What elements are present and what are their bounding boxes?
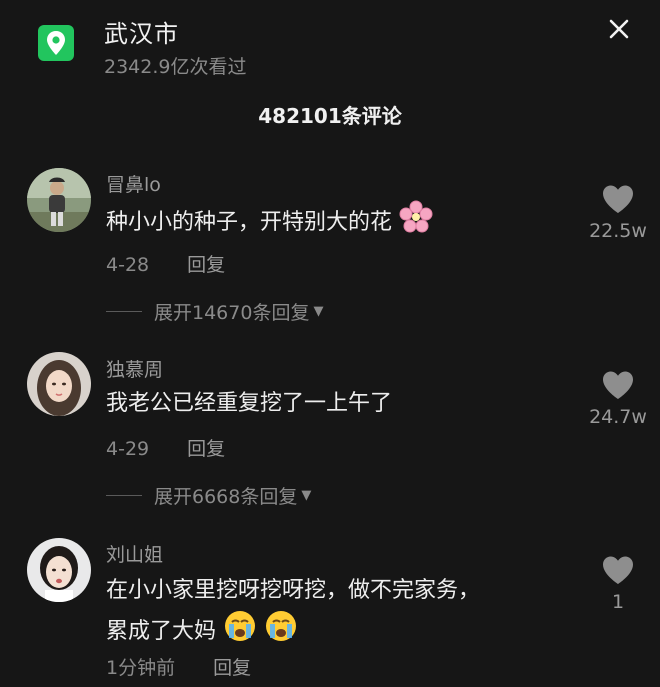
comment-date: 4-29 xyxy=(106,438,150,460)
comment-username[interactable]: 刘山姐 xyxy=(106,540,163,567)
like-count: 22.5w xyxy=(589,220,647,242)
heart-icon xyxy=(603,185,633,213)
comment-meta: 1分钟前 回复 xyxy=(106,653,251,680)
comment-text: 种小小的种子，开特别大的花 xyxy=(106,200,586,246)
cherry-blossom-icon xyxy=(399,200,433,246)
like-button[interactable]: 22.5w xyxy=(578,184,658,242)
location-header: 武汉市 2342.9亿次看过 xyxy=(0,0,660,90)
comment-username[interactable]: 独慕周 xyxy=(106,355,163,382)
comment-text-content: 种小小的种子，开特别大的花 xyxy=(106,210,393,235)
expand-replies-label: 展开6668条回复 xyxy=(154,486,298,508)
comment-date: 1分钟前 xyxy=(106,657,176,679)
avatar[interactable] xyxy=(27,352,91,416)
comment-count: 482101条评论 xyxy=(258,104,402,128)
comment-meta: 4-28 回复 xyxy=(106,250,225,277)
reply-button[interactable]: 回复 xyxy=(187,254,225,276)
location-title: 武汉市 xyxy=(104,20,179,48)
caret-down-icon: ▼ xyxy=(313,304,324,319)
divider-line xyxy=(106,495,142,496)
comment-text-line-2: 累成了大妈 xyxy=(106,609,586,655)
reply-button[interactable]: 回复 xyxy=(187,438,225,460)
comment-text-line: 累成了大妈 xyxy=(106,619,217,644)
expand-replies-button[interactable]: 展开6668条回复 ▼ xyxy=(106,482,311,509)
comment-username[interactable]: 冒鼻lo xyxy=(106,170,161,197)
comment-text-line: 在小小家里挖呀挖呀挖，做不完家务， xyxy=(106,578,481,603)
caret-down-icon: ▼ xyxy=(301,488,312,503)
loudly-crying-face-icon xyxy=(223,609,257,655)
expand-replies-button[interactable]: 展开14670条回复 ▼ xyxy=(106,298,323,325)
expand-replies-label: 展开14670条回复 xyxy=(154,302,310,324)
comment-text: 在小小家里挖呀挖呀挖，做不完家务， 累成了大妈 xyxy=(106,573,586,655)
location-pin-icon xyxy=(38,25,74,61)
avatar[interactable] xyxy=(27,538,91,602)
heart-icon xyxy=(603,556,633,584)
like-button[interactable]: 24.7w xyxy=(578,370,658,428)
comment-date: 4-28 xyxy=(106,254,150,276)
like-count: 1 xyxy=(611,591,625,613)
view-count: 2342.9亿次看过 xyxy=(104,56,247,78)
comment-text: 我老公已经重复挖了一上午了 xyxy=(106,391,393,416)
like-button[interactable]: 1 xyxy=(578,555,658,613)
close-icon[interactable] xyxy=(604,14,634,44)
avatar[interactable] xyxy=(27,168,91,232)
divider-line xyxy=(106,311,142,312)
like-count: 24.7w xyxy=(589,406,647,428)
reply-button[interactable]: 回复 xyxy=(213,657,251,679)
comment-meta: 4-29 回复 xyxy=(106,434,225,461)
loudly-crying-face-icon xyxy=(264,609,298,655)
heart-icon xyxy=(603,371,633,399)
